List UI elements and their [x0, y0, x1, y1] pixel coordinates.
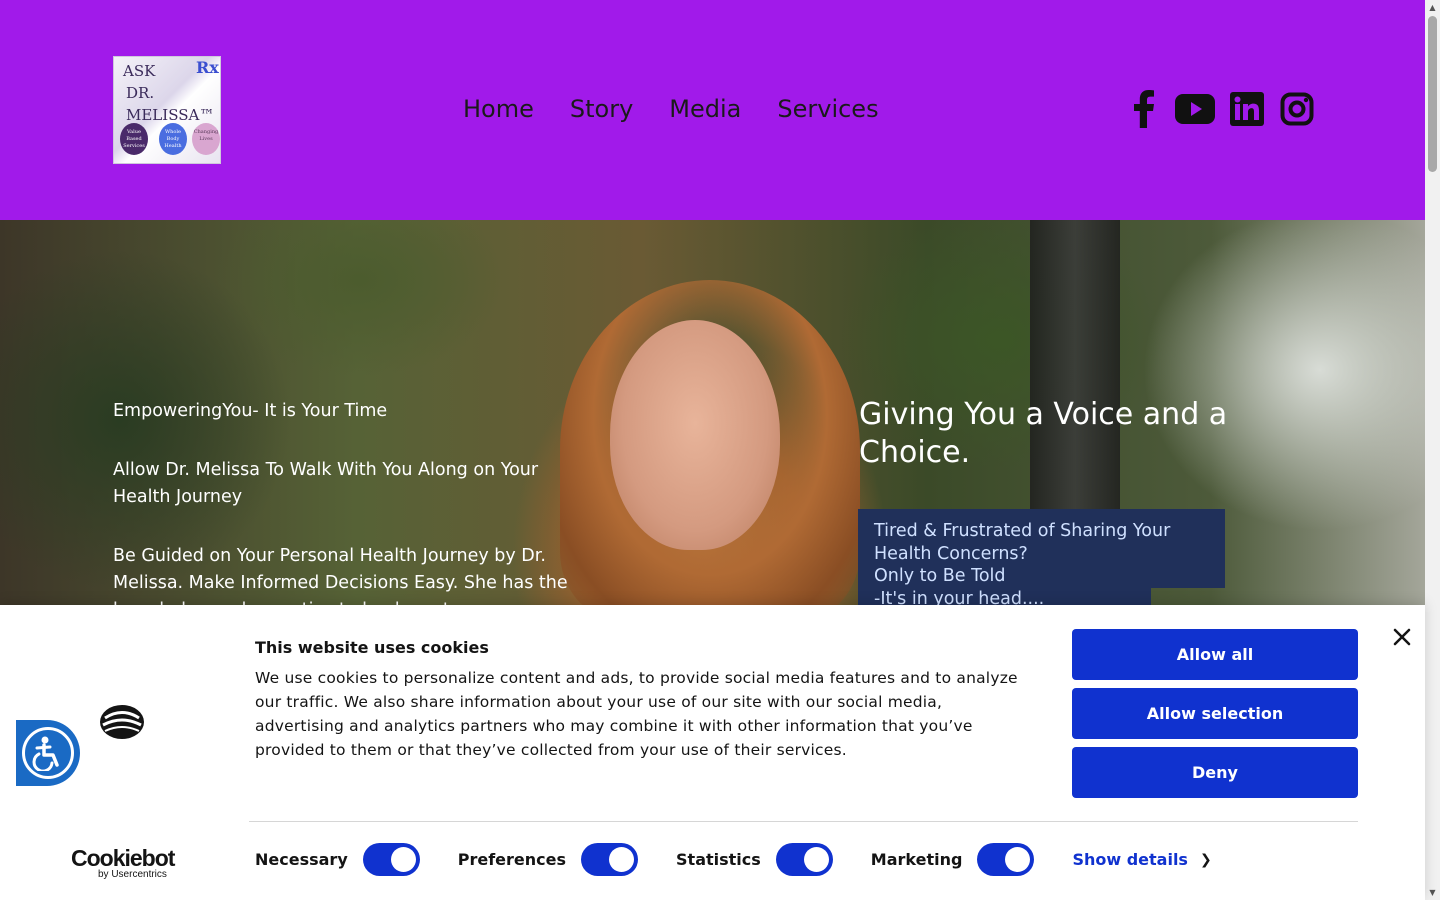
- rx-mark: Rx: [196, 58, 219, 77]
- hero-subtitle: Allow Dr. Melissa To Walk With You Along…: [113, 460, 539, 507]
- toggle-marketing-group: Marketing: [871, 843, 1035, 876]
- cookie-category-toggles: Necessary Preferences Statistics Marketi…: [255, 843, 1212, 876]
- allow-selection-button[interactable]: Allow selection: [1072, 688, 1358, 739]
- chevron-right-icon: ❯: [1199, 851, 1212, 868]
- scroll-down-arrow-icon[interactable]: ▼: [1425, 885, 1440, 900]
- scroll-up-arrow-icon[interactable]: ▲: [1425, 0, 1440, 15]
- nav-home[interactable]: Home: [463, 95, 534, 123]
- cookie-consent-banner: This website uses cookies We use cookies…: [0, 605, 1425, 900]
- hero-section: EmpoweringYou- It is Your Time Allow Dr.…: [0, 220, 1425, 605]
- social-links: [1125, 90, 1315, 128]
- facebook-icon[interactable]: [1125, 90, 1161, 128]
- hero-portrait: [610, 320, 780, 550]
- nav-media[interactable]: Media: [669, 95, 741, 123]
- site-logo[interactable]: ASK DR. MELISSA™ Rx Value Based Services…: [113, 56, 221, 164]
- cookiebot-brand: Cookiebot: [71, 845, 175, 871]
- logo-circle: Value Based Services: [120, 123, 148, 155]
- toggle-label: Preferences: [457, 850, 567, 869]
- cookiebot-logo[interactable]: Cookiebot by Usercentrics: [71, 846, 181, 880]
- logo-circle: Changing Lives: [192, 123, 220, 155]
- youtube-icon[interactable]: [1175, 90, 1215, 128]
- preferences-toggle[interactable]: [581, 843, 639, 876]
- toggle-preferences-group: Preferences: [457, 843, 639, 876]
- cookie-title: This website uses cookies: [255, 638, 489, 657]
- necessary-toggle[interactable]: [362, 843, 420, 876]
- linkedin-icon[interactable]: [1229, 90, 1265, 128]
- toggle-label: Necessary: [255, 850, 348, 869]
- cookiebot-brand-sub: by Usercentrics: [98, 869, 167, 880]
- toggle-label: Statistics: [676, 850, 761, 869]
- hero-description: Be Guided on Your Personal Health Journe…: [113, 546, 568, 605]
- instagram-icon[interactable]: [1279, 90, 1315, 128]
- nav-story[interactable]: Story: [570, 95, 633, 123]
- show-details-link[interactable]: Show details ❯: [1072, 850, 1211, 869]
- accessibility-button[interactable]: [16, 720, 80, 786]
- page-scrollbar[interactable]: ▲ ▼: [1425, 0, 1440, 900]
- scroll-thumb[interactable]: [1428, 16, 1437, 172]
- cookiebot-shield-icon: [99, 703, 145, 741]
- logo-circle: Whole Body Health: [159, 123, 187, 155]
- cookie-divider: [249, 821, 1358, 822]
- hero-intro: EmpoweringYou- It is Your Time Allow Dr.…: [113, 398, 573, 605]
- main-nav: Home Story Media Services: [463, 95, 879, 123]
- marketing-toggle[interactable]: [977, 843, 1035, 876]
- cookie-description: We use cookies to personalize content an…: [255, 669, 1018, 759]
- toggle-label: Marketing: [870, 850, 963, 869]
- allow-all-button[interactable]: Allow all: [1072, 629, 1358, 680]
- hero-title: Giving You a Voice and a Choice.: [859, 397, 1228, 470]
- toggle-statistics-group: Statistics: [676, 843, 833, 876]
- statistics-toggle[interactable]: [775, 843, 833, 876]
- close-icon[interactable]: [1388, 623, 1416, 651]
- site-header: ASK DR. MELISSA™ Rx Value Based Services…: [0, 0, 1425, 220]
- nav-services[interactable]: Services: [777, 95, 878, 123]
- deny-button[interactable]: Deny: [1072, 747, 1358, 798]
- hero-callout-text: Tired & Frustrated of Sharing Your Healt…: [874, 521, 1171, 605]
- hero-tagline: EmpoweringYou- It is Your Time: [113, 401, 388, 421]
- accessibility-icon: [22, 727, 74, 779]
- toggle-necessary-group: Necessary: [255, 843, 420, 876]
